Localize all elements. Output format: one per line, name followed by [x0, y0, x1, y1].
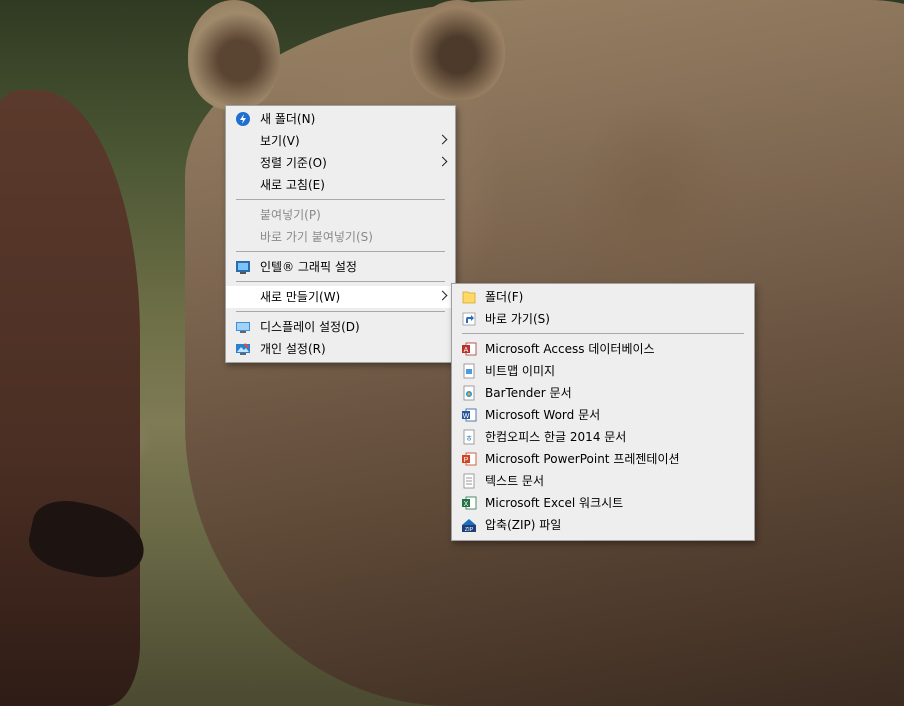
personalize-icon: [235, 341, 251, 357]
submenu-item-access[interactable]: A Microsoft Access 데이터베이스: [452, 338, 754, 360]
menu-item-label: 바로 가기 붙여넣기(S): [260, 230, 373, 244]
svg-text:ZIP: ZIP: [465, 527, 474, 533]
new-folder-blue-icon: [235, 111, 251, 127]
menu-item-sort-by[interactable]: 정렬 기준(O): [226, 152, 455, 174]
excel-icon: X: [461, 495, 477, 511]
shortcut-icon: [461, 311, 477, 327]
menu-item-paste-shortcut: 바로 가기 붙여넣기(S): [226, 226, 455, 248]
desktop-context-menu: 새 폴더(N) 보기(V) 정렬 기준(O) 새로 고침(E) 붙여넣기(P) …: [225, 105, 456, 363]
submenu-item-label: 압축(ZIP) 파일: [485, 518, 562, 532]
submenu-item-label: 텍스트 문서: [485, 474, 545, 488]
intel-graphics-icon: [235, 259, 251, 275]
menu-separator: [236, 199, 445, 200]
submenu-item-word[interactable]: W Microsoft Word 문서: [452, 404, 754, 426]
submenu-item-hwp[interactable]: ㅎ 한컴오피스 한글 2014 문서: [452, 426, 754, 448]
submenu-item-label: 바로 가기(S): [485, 312, 550, 326]
menu-item-view[interactable]: 보기(V): [226, 130, 455, 152]
hwp-icon: ㅎ: [461, 429, 477, 445]
zip-icon: ZIP: [461, 517, 477, 533]
submenu-item-label: Microsoft Word 문서: [485, 408, 601, 422]
submenu-item-label: 폴더(F): [485, 290, 524, 304]
folder-icon: [461, 289, 477, 305]
svg-text:P: P: [464, 457, 469, 464]
menu-item-new-folder[interactable]: 새 폴더(N): [226, 108, 455, 130]
menu-item-display-settings[interactable]: 디스플레이 설정(D): [226, 316, 455, 338]
bitmap-icon: [461, 363, 477, 379]
chevron-right-icon: [437, 134, 448, 145]
menu-item-label: 새로 만들기(W): [260, 290, 341, 304]
submenu-item-bartender[interactable]: BarTender 문서: [452, 382, 754, 404]
menu-separator: [236, 251, 445, 252]
svg-text:A: A: [464, 347, 469, 354]
menu-item-label: 새 폴더(N): [260, 112, 316, 126]
submenu-item-label: 한컴오피스 한글 2014 문서: [485, 430, 627, 444]
menu-item-label: 보기(V): [260, 134, 300, 148]
chevron-right-icon: [437, 290, 448, 301]
display-icon: [235, 319, 251, 335]
menu-item-personalize[interactable]: 개인 설정(R): [226, 338, 455, 360]
wallpaper-bear-ear-left: [188, 0, 280, 110]
submenu-item-powerpoint[interactable]: P Microsoft PowerPoint 프레젠테이션: [452, 448, 754, 470]
access-icon: A: [461, 341, 477, 357]
powerpoint-icon: P: [461, 451, 477, 467]
submenu-item-label: 비트맵 이미지: [485, 364, 556, 378]
wallpaper-bear-ear-right: [410, 0, 505, 100]
menu-item-new[interactable]: 새로 만들기(W): [226, 286, 455, 308]
menu-item-label: 디스플레이 설정(D): [260, 320, 360, 334]
text-icon: [461, 473, 477, 489]
menu-item-paste: 붙여넣기(P): [226, 204, 455, 226]
submenu-item-label: Microsoft PowerPoint 프레젠테이션: [485, 452, 680, 466]
submenu-item-label: Microsoft Excel 워크시트: [485, 496, 624, 510]
submenu-separator: [462, 333, 744, 334]
svg-text:W: W: [463, 413, 470, 420]
menu-item-label: 정렬 기준(O): [260, 156, 327, 170]
submenu-item-text[interactable]: 텍스트 문서: [452, 470, 754, 492]
submenu-item-bitmap[interactable]: 비트맵 이미지: [452, 360, 754, 382]
svg-text:X: X: [464, 501, 469, 508]
menu-item-label: 개인 설정(R): [260, 342, 326, 356]
menu-separator: [236, 311, 445, 312]
menu-item-label: 붙여넣기(P): [260, 208, 321, 222]
menu-item-intel-graphics[interactable]: 인텔® 그래픽 설정: [226, 256, 455, 278]
menu-item-label: 새로 고침(E): [260, 178, 325, 192]
submenu-item-zip[interactable]: ZIP 압축(ZIP) 파일: [452, 514, 754, 536]
menu-separator: [236, 281, 445, 282]
bartender-icon: [461, 385, 477, 401]
submenu-item-excel[interactable]: X Microsoft Excel 워크시트: [452, 492, 754, 514]
word-icon: W: [461, 407, 477, 423]
menu-item-label: 인텔® 그래픽 설정: [260, 260, 357, 274]
svg-text:ㅎ: ㅎ: [465, 434, 472, 443]
new-submenu: 폴더(F) 바로 가기(S) A Microsoft Access 데이터베이스…: [451, 283, 755, 541]
submenu-item-folder[interactable]: 폴더(F): [452, 286, 754, 308]
submenu-item-label: Microsoft Access 데이터베이스: [485, 342, 655, 356]
submenu-item-shortcut[interactable]: 바로 가기(S): [452, 308, 754, 330]
chevron-right-icon: [437, 156, 448, 167]
submenu-item-label: BarTender 문서: [485, 386, 572, 400]
menu-item-refresh[interactable]: 새로 고침(E): [226, 174, 455, 196]
